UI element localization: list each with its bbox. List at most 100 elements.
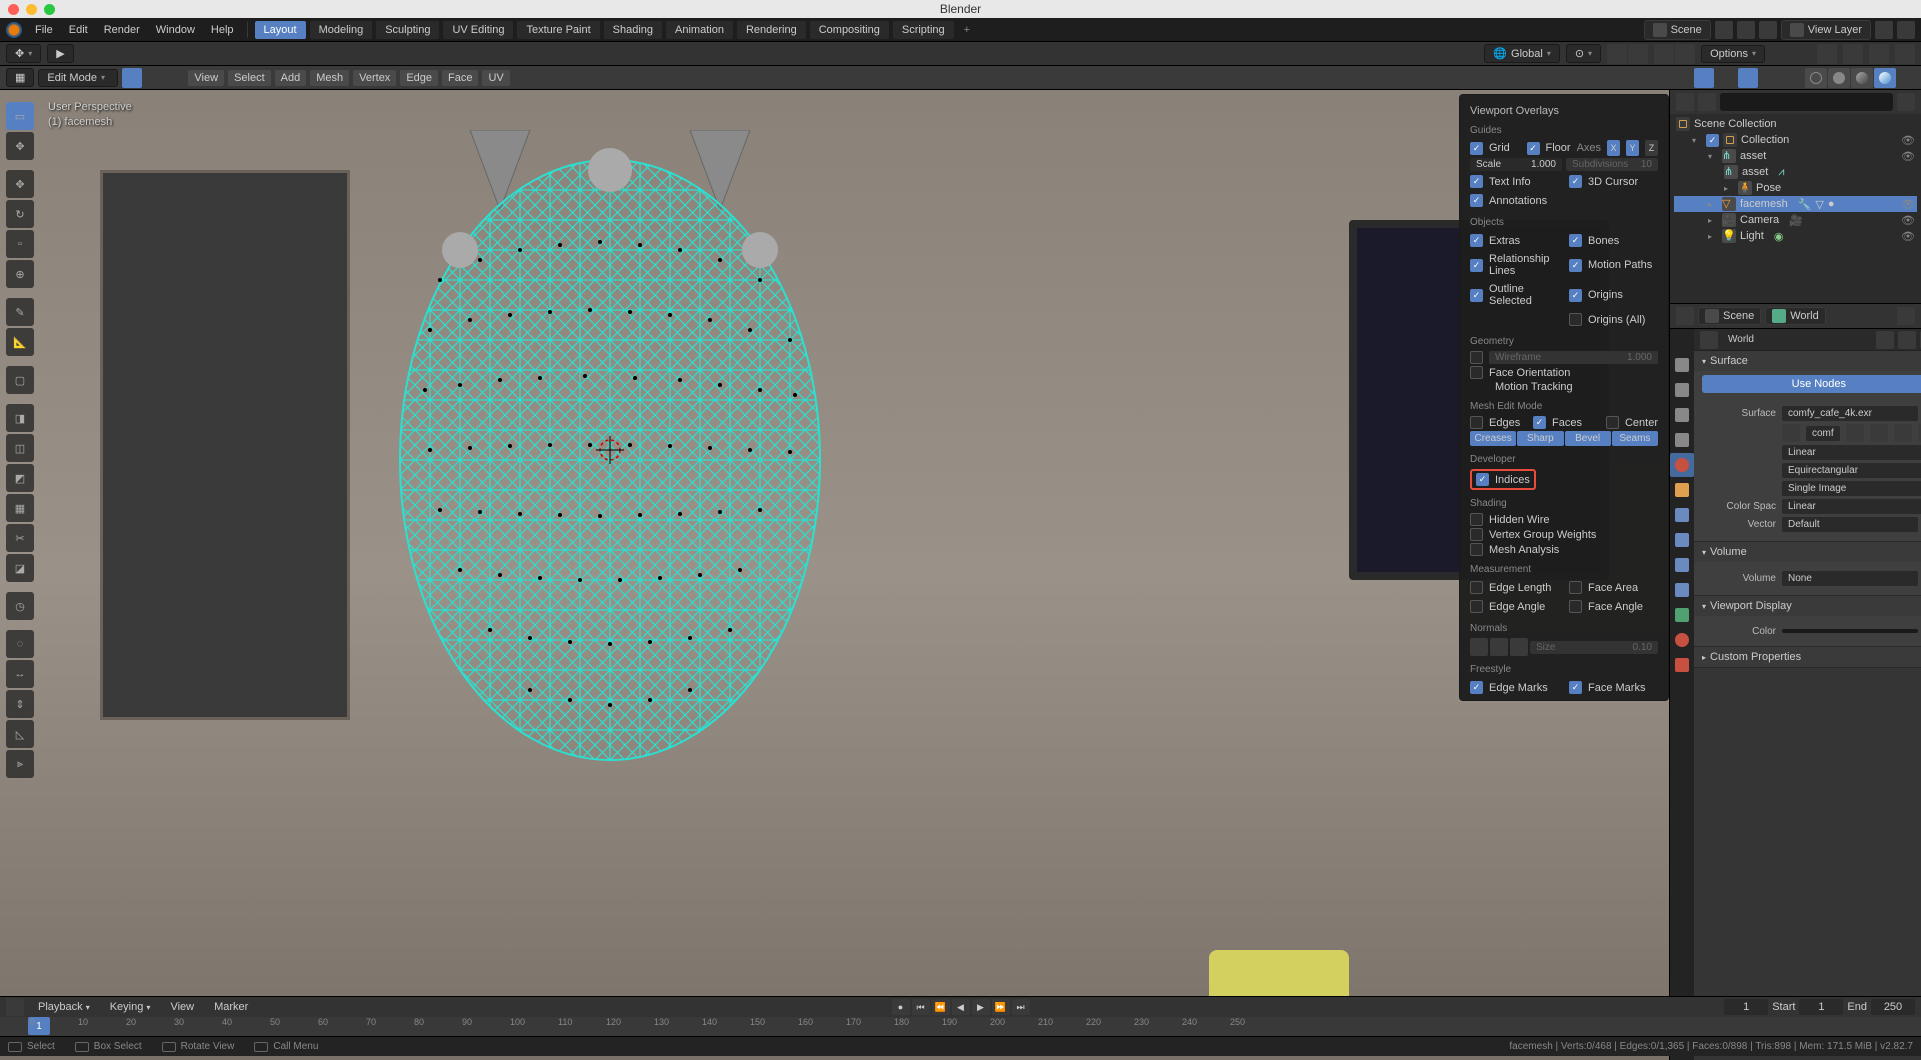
- minimize-window-button[interactable]: [26, 4, 37, 15]
- select-box-tool[interactable]: ▭: [6, 102, 34, 130]
- loop-cut-tool[interactable]: ▦: [6, 494, 34, 522]
- play-button[interactable]: ▶: [972, 999, 990, 1015]
- current-frame-field[interactable]: 1: [1724, 999, 1768, 1015]
- workspace-animation[interactable]: Animation: [666, 21, 733, 39]
- start-frame-field[interactable]: 1: [1799, 999, 1843, 1015]
- mesh-analysis-checkbox[interactable]: [1470, 543, 1483, 556]
- face-angle-checkbox[interactable]: [1569, 600, 1582, 613]
- viewlayer-new-button[interactable]: [1875, 21, 1893, 39]
- timeline-ruler[interactable]: 1 01020304050607080901001101201301401501…: [0, 1017, 1921, 1037]
- autokey-button[interactable]: ●: [892, 999, 910, 1015]
- workspace-scripting[interactable]: Scripting: [893, 21, 954, 39]
- jump-start-button[interactable]: ⏮: [912, 999, 930, 1015]
- axis-z-button[interactable]: Z: [1645, 140, 1658, 156]
- vertex-group-weights-checkbox[interactable]: [1470, 528, 1483, 541]
- jump-prev-keyframe-button[interactable]: ⏪: [932, 999, 950, 1015]
- center-checkbox[interactable]: [1606, 416, 1619, 429]
- rotate-tool[interactable]: ↻: [6, 200, 34, 228]
- outliner-scene-collection[interactable]: Scene Collection: [1674, 116, 1917, 132]
- lookdev-shading[interactable]: [1851, 68, 1873, 88]
- outliner-item-asset[interactable]: ▾⋔asset👁: [1674, 148, 1917, 164]
- move-tool[interactable]: ✥: [6, 170, 34, 198]
- workspace-texture-paint[interactable]: Texture Paint: [517, 21, 599, 39]
- use-nodes-button[interactable]: Use Nodes: [1702, 375, 1921, 393]
- gizmo-toggle[interactable]: [1694, 68, 1714, 88]
- edge-slide-tool[interactable]: ↔: [6, 660, 34, 688]
- outliner-search-input[interactable]: [1720, 93, 1893, 111]
- view-menu[interactable]: View: [164, 999, 200, 1015]
- menu-uv[interactable]: UV: [482, 70, 509, 86]
- physics-tab[interactable]: [1670, 553, 1694, 577]
- axis-y-button[interactable]: Y: [1626, 140, 1639, 156]
- seams-toggle[interactable]: Seams: [1612, 431, 1658, 446]
- workspace-compositing[interactable]: Compositing: [810, 21, 889, 39]
- texture-tab[interactable]: [1670, 653, 1694, 677]
- axis-y-toggle[interactable]: [1869, 44, 1889, 64]
- options-dropdown[interactable]: Options▾: [1701, 45, 1765, 63]
- spin-tool[interactable]: ◷: [6, 592, 34, 620]
- eye-icon[interactable]: 👁: [1901, 214, 1915, 227]
- knife-tool[interactable]: ✂: [6, 524, 34, 552]
- outliner-item-pose[interactable]: ▸🧍Pose: [1674, 180, 1917, 196]
- add-workspace-button[interactable]: +: [957, 21, 977, 39]
- proportional-edit-toggle[interactable]: [1654, 44, 1695, 64]
- cursor-dropdown[interactable]: ✥▾: [6, 44, 41, 63]
- grid-checkbox[interactable]: [1470, 142, 1483, 155]
- menu-face[interactable]: Face: [442, 70, 478, 86]
- scene-tab[interactable]: [1670, 428, 1694, 452]
- normal-split-button[interactable]: [1490, 638, 1508, 656]
- outliner-filter-button[interactable]: [1897, 93, 1915, 111]
- gizmo-visibility[interactable]: [1817, 44, 1837, 64]
- modifier-tab[interactable]: [1670, 503, 1694, 527]
- relationship-lines-checkbox[interactable]: [1470, 259, 1483, 272]
- poly-build-tool[interactable]: ◪: [6, 554, 34, 582]
- volume-node-dropdown[interactable]: None: [1782, 571, 1918, 586]
- eye-icon[interactable]: 👁: [1901, 198, 1915, 211]
- mesh-tab[interactable]: [1670, 603, 1694, 627]
- select-tool-button[interactable]: ▶: [47, 44, 73, 63]
- world-breadcrumb[interactable]: World: [1765, 307, 1826, 325]
- bevel-toggle[interactable]: Bevel: [1565, 431, 1611, 446]
- outliner-item-camera[interactable]: ▸🎥Camera🎥👁: [1674, 212, 1917, 228]
- bones-checkbox[interactable]: [1569, 234, 1582, 247]
- viewlayer-selector[interactable]: View Layer: [1781, 20, 1871, 40]
- camera-view-button[interactable]: [1650, 68, 1670, 88]
- workspace-layout[interactable]: Layout: [255, 21, 306, 39]
- hidden-wire-checkbox[interactable]: [1470, 513, 1483, 526]
- particles-tab[interactable]: [1670, 528, 1694, 552]
- vertex-select-mode[interactable]: [122, 68, 142, 88]
- gizmo-dropdown[interactable]: [1715, 68, 1735, 88]
- inset-tool[interactable]: ◫: [6, 434, 34, 462]
- pin-button[interactable]: [1897, 307, 1915, 325]
- projection-dropdown[interactable]: Equirectangular▾: [1782, 463, 1921, 478]
- menu-vertex[interactable]: Vertex: [353, 70, 396, 86]
- playback-menu[interactable]: Playback ▾: [32, 999, 96, 1015]
- edge-marks-checkbox[interactable]: [1470, 681, 1483, 694]
- face-orientation-checkbox[interactable]: [1470, 366, 1483, 379]
- text-info-checkbox[interactable]: [1470, 175, 1483, 188]
- normal-size-field[interactable]: Size0.10: [1530, 641, 1658, 654]
- scale-tool[interactable]: ▫: [6, 230, 34, 258]
- axis-x-toggle[interactable]: [1843, 44, 1863, 64]
- solid-shading[interactable]: [1828, 68, 1850, 88]
- jump-end-button[interactable]: ⏭: [1012, 999, 1030, 1015]
- smooth-tool[interactable]: ◌: [6, 630, 34, 658]
- scale-field[interactable]: Scale1.000: [1470, 158, 1562, 171]
- keying-menu[interactable]: Keying ▾: [104, 999, 157, 1015]
- eye-icon[interactable]: 👁: [1901, 134, 1915, 147]
- outliner-item-facemesh[interactable]: ▸▽facemesh🔧▽●👁: [1674, 196, 1917, 212]
- world-new-button[interactable]: [1898, 331, 1916, 349]
- pivot-dropdown[interactable]: ⊙▾: [1566, 44, 1601, 63]
- axis-z-toggle[interactable]: [1895, 44, 1915, 64]
- timeline-type-dropdown[interactable]: [6, 998, 24, 1016]
- render-tab[interactable]: [1670, 353, 1694, 377]
- world-browse-button[interactable]: [1700, 331, 1718, 349]
- material-tab[interactable]: [1670, 628, 1694, 652]
- menu-help[interactable]: Help: [204, 21, 241, 39]
- workspace-sculpting[interactable]: Sculpting: [376, 21, 439, 39]
- workspace-shading[interactable]: Shading: [604, 21, 662, 39]
- colorspace-dropdown[interactable]: Linear▾: [1782, 499, 1921, 514]
- interpolation-dropdown[interactable]: Linear▾: [1782, 445, 1921, 460]
- marker-menu[interactable]: Marker: [208, 999, 254, 1015]
- annotations-checkbox[interactable]: [1470, 194, 1483, 207]
